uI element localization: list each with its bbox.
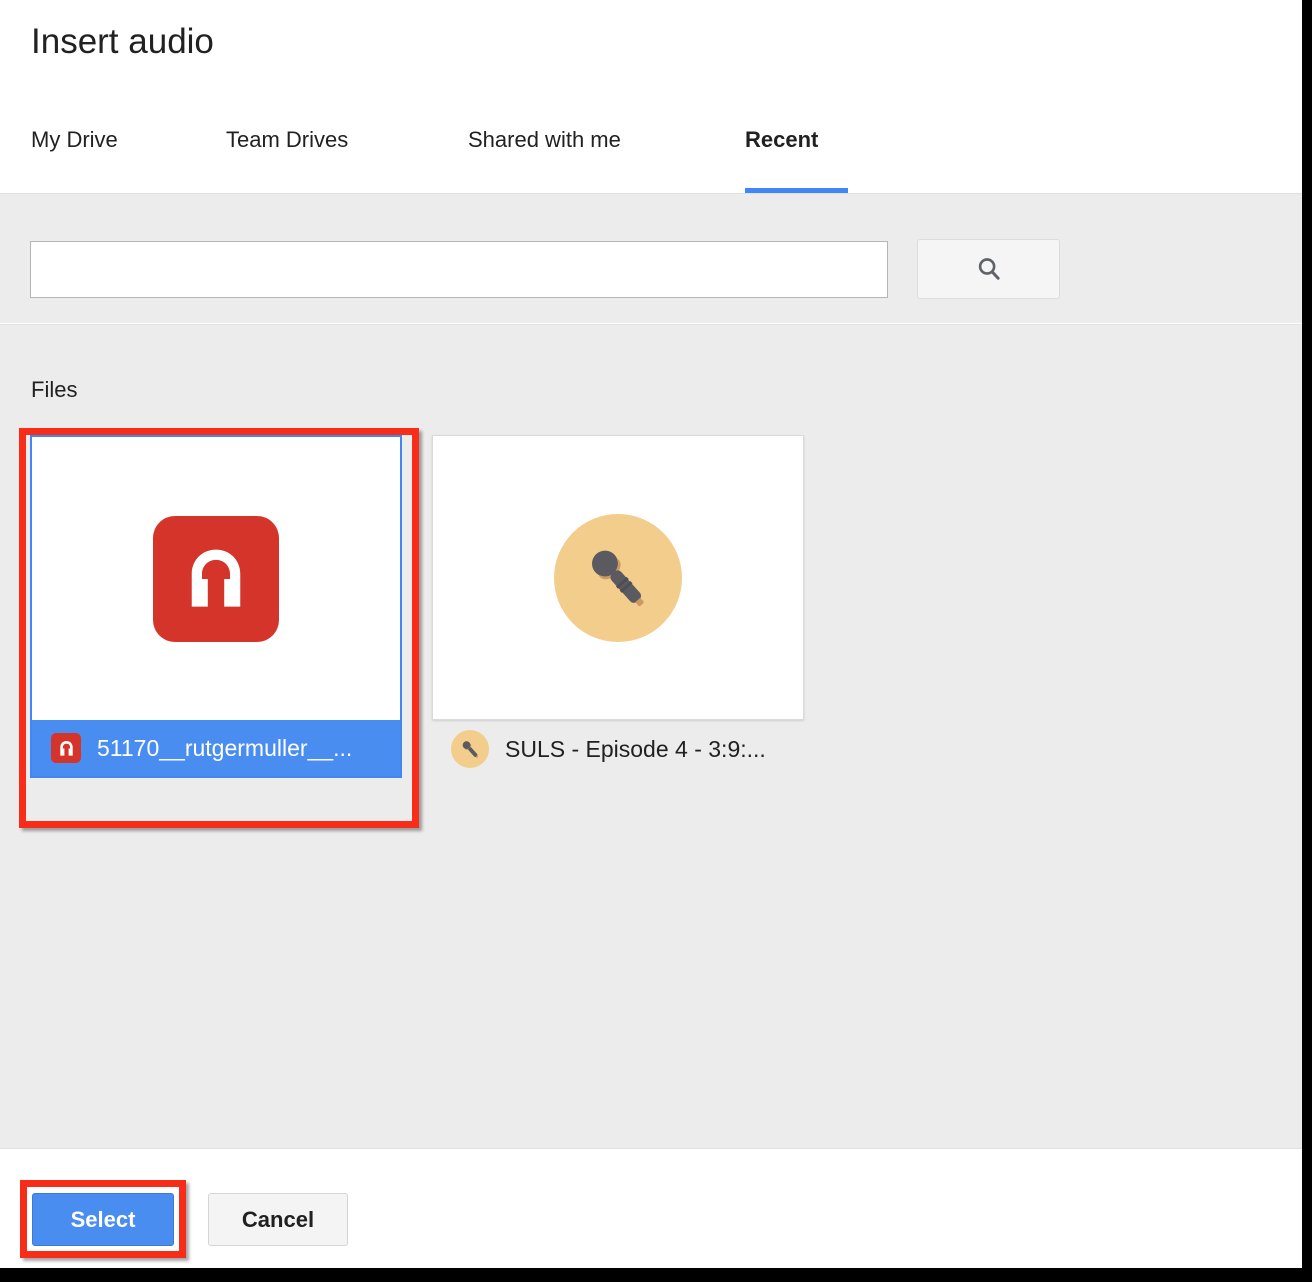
microphone-icon [451,730,489,768]
file-label-row[interactable]: SULS - Episode 4 - 3:9:... [432,720,804,778]
tab-my-drive[interactable]: My Drive [31,119,144,193]
files-section-heading: Files [31,377,78,402]
file-card-audio[interactable]: 51170__rutgermuller__... [30,435,402,778]
microphone-icon [554,513,682,642]
file-name: SULS - Episode 4 - 3:9:... [505,735,766,762]
search-icon [978,258,1000,280]
search-input[interactable] [30,241,888,298]
dialog-footer [0,1148,1302,1268]
file-thumbnail[interactable] [30,435,402,720]
search-button[interactable] [917,239,1060,299]
tab-team-drives[interactable]: Team Drives [226,119,387,193]
headphones-icon [51,733,81,763]
tab-team-drives-label: Team Drives [226,127,349,152]
file-thumbnail[interactable] [432,435,804,720]
files-region: Files 51170__rutgermuller__... SULS - Ep… [0,324,1302,1148]
file-name: 51170__rutgermuller__... [97,734,353,761]
dialog-header: Insert audio My Drive Team Drives Shared… [0,0,1302,193]
tab-my-drive-label: My Drive [31,127,118,152]
tab-recent[interactable]: Recent [745,119,848,193]
file-grid: 51170__rutgermuller__... SULS - Episode … [30,435,804,778]
page-title: Insert audio [31,22,214,61]
search-bar-region [0,193,1302,323]
insert-audio-dialog: Insert audio My Drive Team Drives Shared… [0,0,1302,1268]
tab-bar: My Drive Team Drives Shared with me Rece… [0,119,1302,193]
file-card-podcast[interactable]: SULS - Episode 4 - 3:9:... [432,435,804,778]
cancel-button[interactable]: Cancel [208,1193,348,1246]
tab-shared-with-me-label: Shared with me [468,127,621,152]
headphones-icon [153,515,279,642]
tab-shared-with-me[interactable]: Shared with me [468,119,669,193]
tab-recent-label: Recent [745,127,819,152]
file-label-row[interactable]: 51170__rutgermuller__... [30,720,402,778]
select-button[interactable]: Select [32,1193,174,1246]
